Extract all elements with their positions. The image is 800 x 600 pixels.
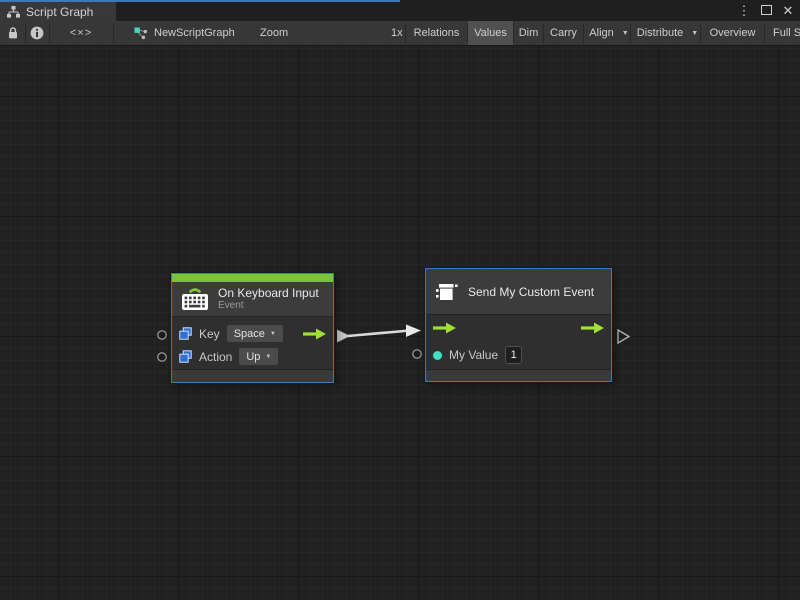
caret-down-icon: ▼	[622, 30, 629, 37]
breadcrumb[interactable]: NewScriptGraph	[134, 21, 235, 45]
action-dropdown[interactable]: Up ▼	[239, 348, 278, 365]
caret-down-icon: ▼	[265, 354, 271, 360]
event-accent-bar	[172, 274, 333, 282]
keyboard-input-icon	[180, 286, 210, 312]
connections-overlay	[0, 46, 800, 600]
toolbar-button-overview[interactable]: Overview	[701, 21, 764, 45]
port-row-key: Key Space ▼	[172, 322, 333, 345]
toolbar-button-align[interactable]: Align▼	[584, 21, 630, 45]
node-send-my-custom-event[interactable]: Send My Custom Event My Value 1	[425, 268, 612, 382]
port-row-my-value: My Value 1	[426, 341, 611, 369]
graph-toolbar: <×> NewScriptGraph Zoom 1x Relations Val…	[0, 21, 800, 46]
info-icon	[30, 26, 44, 40]
lock-button[interactable]	[0, 21, 25, 45]
window-controls: ⋮ ✕	[736, 0, 796, 21]
port-label-my-value: My Value	[449, 348, 498, 362]
tab-script-graph[interactable]: Script Graph	[0, 2, 116, 21]
maximize-icon[interactable]	[758, 3, 774, 18]
node-footer	[426, 369, 611, 381]
value-port-key[interactable]	[158, 331, 166, 339]
graph-asset-icon	[134, 27, 148, 40]
value-port-action[interactable]	[158, 353, 166, 361]
control-flow-arrow-icon	[433, 322, 456, 334]
node-header: On Keyboard Input Event	[172, 282, 333, 317]
tab-strip: Script Graph ⋮ ✕	[0, 0, 800, 21]
port-label-key: Key	[199, 327, 220, 341]
port-label-action: Action	[199, 350, 232, 364]
lock-icon	[7, 26, 19, 40]
control-flow-arrow-icon	[303, 328, 326, 340]
toolbar-button-fullscreen[interactable]: Full Screen	[765, 21, 800, 45]
node-title: On Keyboard Input	[218, 286, 319, 300]
node-subtitle: Event	[218, 300, 319, 312]
toolbar-button-carry[interactable]: Carry	[544, 21, 583, 45]
hierarchy-icon	[7, 6, 20, 18]
code-toggle-button[interactable]: <×>	[49, 21, 113, 45]
control-flow-arrow-icon	[581, 322, 604, 334]
tab-label: Script Graph	[26, 5, 93, 19]
toolbar-button-dim[interactable]: Dim	[514, 21, 543, 45]
key-dropdown[interactable]: Space ▼	[227, 325, 283, 342]
my-value-input[interactable]: 1	[505, 346, 522, 364]
control-output-port-connected[interactable]	[337, 330, 350, 343]
caret-down-icon: ▼	[691, 30, 698, 37]
enum-icon	[179, 327, 192, 340]
wire-arrowhead-icon	[406, 325, 421, 338]
toolbar-button-distribute[interactable]: Distribute▼	[631, 21, 700, 45]
node-header: Send My Custom Event	[426, 269, 611, 315]
zoom-label: Zoom	[260, 21, 288, 45]
breadcrumb-graph-name: NewScriptGraph	[154, 27, 235, 39]
info-button[interactable]	[25, 21, 49, 45]
code-toggle-icon: <×>	[70, 27, 92, 39]
zoom-value: 1x	[391, 21, 403, 45]
value-type-dot-icon	[433, 351, 442, 360]
kebab-menu-icon[interactable]: ⋮	[736, 3, 752, 19]
node-on-keyboard-input[interactable]: On Keyboard Input Event Key Space ▼	[171, 273, 334, 383]
custom-event-icon	[434, 280, 460, 304]
port-row-action: Action Up ▼	[172, 345, 333, 368]
toolbar-button-relations[interactable]: Relations	[406, 21, 467, 45]
control-wire[interactable]	[348, 331, 410, 337]
graph-canvas[interactable]: On Keyboard Input Event Key Space ▼	[0, 46, 800, 600]
control-output-port-empty[interactable]	[618, 330, 629, 343]
enum-icon	[179, 350, 192, 363]
node-footer	[172, 369, 333, 382]
close-icon[interactable]: ✕	[780, 3, 796, 19]
value-port-my-value[interactable]	[413, 350, 421, 358]
control-flow-row	[426, 315, 611, 341]
node-body: My Value 1	[426, 315, 611, 369]
node-title: Send My Custom Event	[468, 285, 594, 299]
node-body: Key Space ▼ Action Up	[172, 317, 333, 369]
caret-down-icon: ▼	[270, 331, 276, 337]
toolbar-button-values[interactable]: Values	[468, 21, 513, 45]
